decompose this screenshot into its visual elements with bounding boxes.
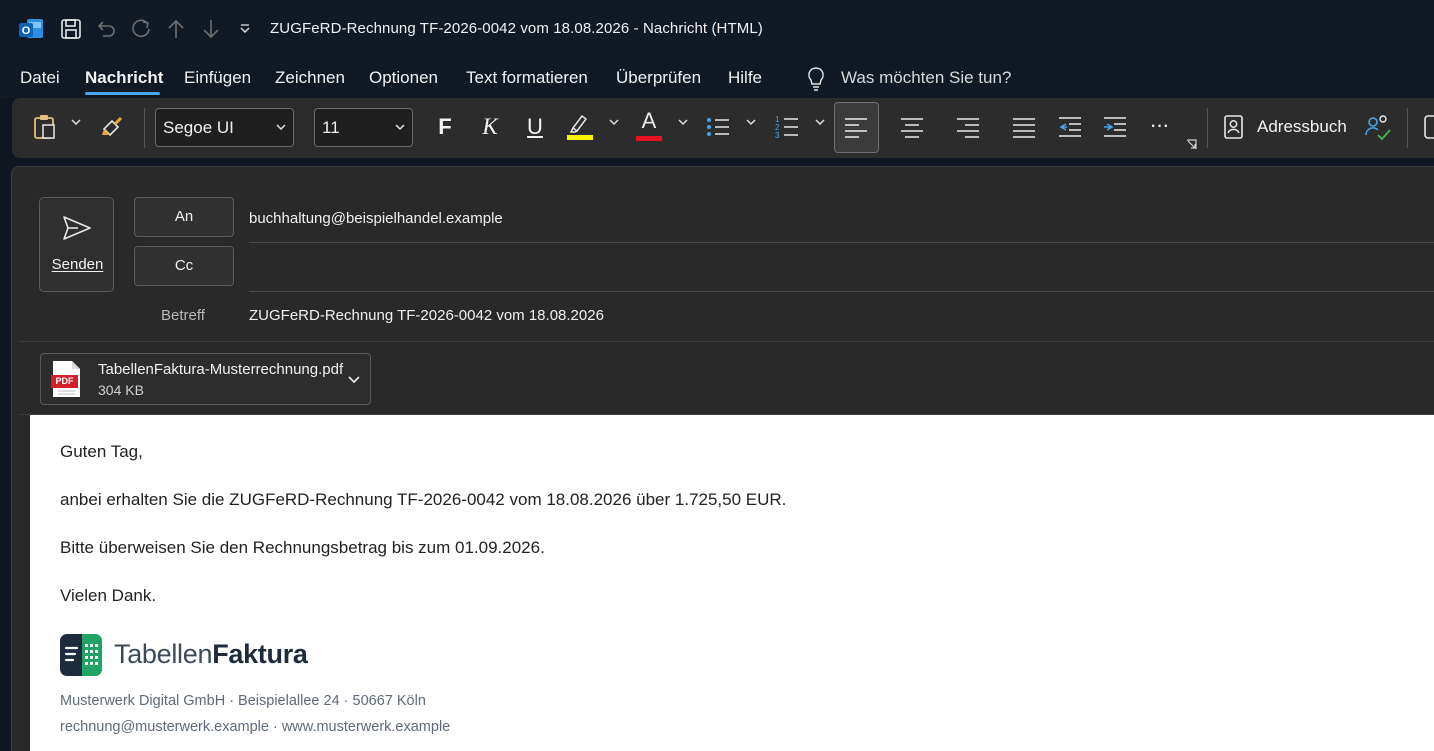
title-bar: O ZUGFeRD-Rechnung TF-2026-0042 vom 18.0…: [0, 0, 1434, 58]
pdf-icon-label: PDF: [55, 376, 74, 386]
brand-bold: Faktura: [212, 639, 308, 669]
previous-item-icon[interactable]: [161, 14, 191, 44]
dialog-launcher-icon[interactable]: [1185, 138, 1197, 150]
address-book-icon[interactable]: [1222, 112, 1246, 142]
cc-button[interactable]: Cc: [134, 246, 234, 286]
font-size-select[interactable]: 11: [314, 108, 413, 147]
font-color-dropdown-icon[interactable]: [678, 118, 688, 129]
font-color-glyph: A: [641, 108, 657, 133]
align-left-icon[interactable]: [843, 114, 869, 140]
cc-field-underline: [249, 291, 1434, 292]
italic-button[interactable]: K: [477, 112, 503, 142]
bold-button[interactable]: F: [432, 112, 458, 142]
svg-text:O: O: [22, 25, 31, 37]
bullet-dropdown-icon[interactable]: [746, 118, 756, 129]
chevron-down-icon: [276, 109, 286, 162]
check-names-icon[interactable]: [1364, 112, 1392, 142]
signature-contact[interactable]: rechnung@musterwerk.example · www.muster…: [60, 719, 450, 735]
paste-dropdown-icon[interactable]: [71, 118, 81, 129]
more-options-icon[interactable]: ···: [1146, 110, 1172, 140]
signature-address: Musterwerk Digital GmbH · Beispielallee …: [60, 693, 426, 709]
highlight-icon[interactable]: [565, 110, 595, 142]
chevron-down-icon[interactable]: [347, 372, 361, 390]
divider: [19, 341, 1434, 342]
outlook-logo-icon: O: [18, 16, 44, 42]
tabellenfaktura-logo-icon: [60, 634, 102, 676]
send-label: Senden: [51, 256, 104, 273]
body-line-1: anbei erhalten Sie die ZUGFeRD-Rechnung …: [60, 490, 787, 509]
underline-button[interactable]: U: [522, 112, 548, 142]
window-title: ZUGFeRD-Rechnung TF-2026-0042 vom 18.08.…: [270, 20, 763, 37]
to-field-underline: [249, 242, 1434, 243]
tab-zeichnen[interactable]: Zeichnen: [275, 68, 345, 88]
ribbon-separator: [1407, 108, 1408, 148]
undo-icon[interactable]: [91, 14, 121, 44]
active-tab-indicator: [85, 92, 160, 95]
decrease-indent-icon[interactable]: [1057, 114, 1083, 140]
attach-file-icon[interactable]: [1422, 112, 1434, 142]
redo-icon[interactable]: [126, 14, 156, 44]
font-size-value: 11: [322, 118, 340, 137]
body-closing: Vielen Dank.: [60, 586, 157, 605]
ribbon-separator: [144, 108, 145, 148]
signature-brand: TabellenFaktura: [114, 639, 308, 670]
tab-ueberpruefen[interactable]: Überprüfen: [616, 68, 701, 88]
send-icon: [62, 214, 92, 247]
lightbulb-icon[interactable]: [806, 66, 826, 92]
message-body[interactable]: Guten Tag, anbei erhalten Sie die ZUGFeR…: [30, 415, 1434, 751]
pdf-file-icon: PDF: [51, 360, 81, 398]
ribbon: Segoe UI 11 F K U A 123 ··· Adressbuch: [12, 98, 1434, 158]
align-right-icon[interactable]: [955, 114, 981, 140]
highlight-dropdown-icon[interactable]: [609, 118, 619, 129]
bullet-list-icon[interactable]: [704, 112, 732, 142]
chevron-down-icon: [395, 109, 405, 162]
to-button[interactable]: An: [134, 197, 234, 237]
format-painter-icon[interactable]: [98, 112, 128, 142]
attachment-name: TabellenFaktura-Musterrechnung.pdf: [98, 361, 344, 378]
align-center-icon[interactable]: [899, 114, 925, 140]
increase-indent-icon[interactable]: [1102, 114, 1128, 140]
body-line-2: Bitte überweisen Sie den Rechnungsbetrag…: [60, 538, 545, 557]
tab-hilfe[interactable]: Hilfe: [728, 68, 762, 88]
numbered-list-icon[interactable]: 123: [773, 111, 801, 143]
save-icon[interactable]: [56, 14, 86, 44]
svg-text:3: 3: [775, 131, 780, 140]
font-name-value: Segoe UI: [163, 118, 234, 137]
font-color-swatch: [636, 136, 662, 141]
tab-datei[interactable]: Datei: [20, 68, 60, 88]
numbering-dropdown-icon[interactable]: [815, 118, 825, 129]
customize-toolbar-icon[interactable]: [230, 14, 260, 44]
paste-icon[interactable]: [30, 112, 60, 142]
address-book-button[interactable]: Adressbuch: [1257, 117, 1347, 137]
attachment-card[interactable]: PDF TabellenFaktura-Musterrechnung.pdf 3…: [40, 353, 371, 405]
tab-einfuegen[interactable]: Einfügen: [184, 68, 251, 88]
send-button[interactable]: Senden: [39, 197, 114, 292]
subject-label: Betreff: [161, 307, 205, 324]
font-name-select[interactable]: Segoe UI: [155, 108, 294, 147]
justify-icon[interactable]: [1011, 114, 1037, 140]
body-greeting: Guten Tag,: [60, 442, 143, 461]
next-item-icon[interactable]: [196, 14, 226, 44]
font-color-button[interactable]: A: [634, 108, 664, 142]
tab-optionen[interactable]: Optionen: [369, 68, 438, 88]
tab-nachricht[interactable]: Nachricht: [85, 68, 163, 88]
subject-field[interactable]: ZUGFeRD-Rechnung TF-2026-0042 vom 18.08.…: [249, 307, 604, 324]
brand-light: Tabellen: [114, 639, 213, 669]
menu-bar: Datei Nachricht Einfügen Zeichnen Option…: [0, 58, 1434, 98]
attachment-size: 304 KB: [98, 382, 144, 398]
tab-text-formatieren[interactable]: Text formatieren: [466, 68, 588, 88]
to-field[interactable]: buchhaltung@beispielhandel.example: [249, 210, 503, 227]
tell-me-search[interactable]: Was möchten Sie tun?: [841, 68, 1011, 88]
ribbon-separator: [1207, 108, 1208, 148]
